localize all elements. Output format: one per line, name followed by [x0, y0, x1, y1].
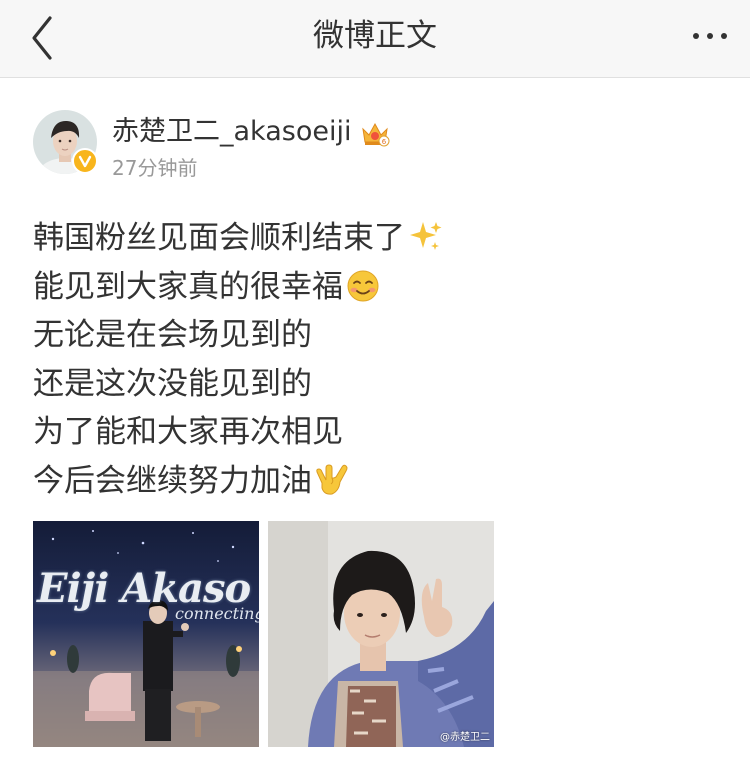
post-timestamp: 27分钟前	[112, 156, 198, 180]
poster-subtitle: connecting	[175, 604, 259, 623]
love-you-gesture-emoji-icon	[316, 463, 348, 495]
more-dots-icon	[693, 33, 727, 39]
photo-watermark: @赤楚卫二	[440, 732, 490, 743]
post-line-text: 还是这次没能见到的	[33, 365, 312, 402]
post-line-2: 能见到大家真的很幸福	[33, 263, 723, 312]
verified-badge-icon	[72, 148, 98, 174]
post-line-text: 韩国粉丝见面会顺利结束了	[33, 220, 405, 256]
post-photo-1[interactable]: Eiji Akaso connecting	[33, 521, 259, 747]
post-line-text: 今后会继续努力加油	[33, 462, 312, 499]
post-line-text: 无论是在会场见到的	[33, 317, 312, 353]
smiling-face-emoji-icon	[347, 270, 379, 301]
crown-member-icon[interactable]: 6	[360, 120, 390, 148]
sparkles-emoji-icon	[410, 222, 442, 250]
svg-text:6: 6	[382, 138, 387, 146]
post-line-5: 为了能和大家再次相见	[33, 408, 723, 457]
selfie-photo-image	[268, 521, 494, 747]
more-button[interactable]	[688, 24, 732, 48]
post-line-1: 韩国粉丝见面会顺利结束了	[33, 214, 723, 263]
author-name[interactable]: 赤楚卫二_akasoeiji	[112, 115, 351, 149]
page-title: 微博正文	[313, 18, 437, 54]
post-line-4: 还是这次没能见到的	[33, 360, 723, 409]
post-line-text: 能见到大家真的很幸福	[33, 268, 343, 305]
post-content: 韩国粉丝见面会顺利结束了 能见到大家真的很幸福 无论是在会场见到的 还是这次没能…	[33, 214, 723, 505]
post-line-6: 今后会继续努力加油	[33, 457, 723, 506]
post-photo-2[interactable]: @赤楚卫二	[268, 521, 494, 747]
post-line-text: 为了能和大家再次相见	[33, 414, 343, 450]
navigation-bar: 微博正文	[0, 0, 750, 78]
stage-photo-image	[33, 521, 259, 747]
post-line-3: 无论是在会场见到的	[33, 311, 723, 360]
